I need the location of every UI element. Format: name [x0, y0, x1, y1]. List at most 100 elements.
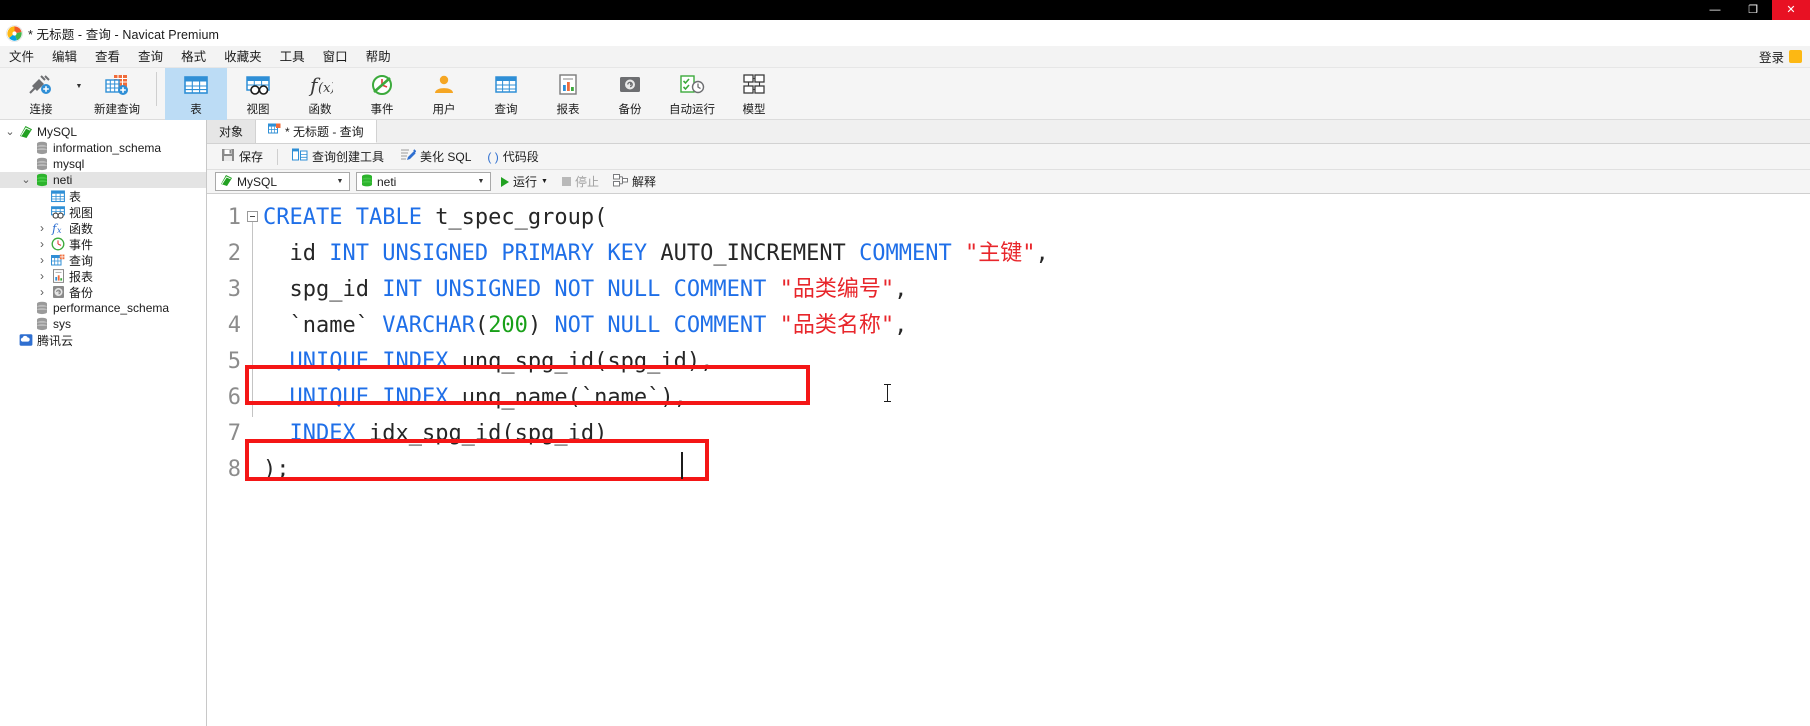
menu-view[interactable]: 查看: [86, 46, 129, 68]
toolbar-button-user[interactable]: 用户: [413, 68, 475, 120]
tree-item-视图[interactable]: 视图: [0, 204, 206, 220]
code-token: INT UNSIGNED NOT NULL COMMENT: [382, 277, 780, 302]
tree-item-函数[interactable]: › f x 函数: [0, 220, 206, 236]
tree-item-neti[interactable]: ⌄ neti: [0, 172, 206, 188]
chevron-down-icon[interactable]: ▼: [474, 178, 488, 185]
sql-editor[interactable]: 1 2 3 4 5 6 7 8 CREATE TABLE t_spec_group( id I…: [207, 194, 1810, 726]
toolbar-label-function: 函数: [308, 104, 332, 116]
tree-item-performance_schema[interactable]: performance_schema: [0, 300, 206, 316]
mysql-connection-icon: [220, 174, 233, 190]
code-snippet-button[interactable]: ( ) 代码段: [481, 146, 544, 168]
tab-strip: 对象 * 无标题 - 查询: [207, 120, 1810, 144]
tree-item-mysql[interactable]: mysql: [0, 156, 206, 172]
tree-item-表[interactable]: 表: [0, 188, 206, 204]
toolbar-button-new-query[interactable]: 新建查询: [86, 68, 148, 120]
tab-objects-label: 对象: [219, 125, 244, 139]
report-icon: [49, 269, 67, 283]
code-token: CREATE TABLE: [263, 205, 436, 230]
database-icon: [33, 301, 51, 315]
tree-item-腾讯云[interactable]: 腾讯云: [0, 332, 206, 348]
tree-item-查询[interactable]: › 查询: [0, 252, 206, 268]
tree-item-sys[interactable]: sys: [0, 316, 206, 332]
code-line[interactable]: UNIQUE INDEX unq_spg_id(spg_id),: [245, 344, 1810, 380]
explain-button[interactable]: 解释: [609, 173, 660, 190]
function-icon: f (x): [307, 72, 333, 98]
toolbar-button-table[interactable]: 表: [165, 68, 227, 120]
beautify-sql-button[interactable]: 美化 SQL: [394, 146, 477, 168]
toolbar-button-backup[interactable]: 备份: [599, 68, 661, 120]
menu-file[interactable]: 文件: [0, 46, 43, 68]
code-line[interactable]: CREATE TABLE t_spec_group(: [245, 200, 1810, 236]
database-icon: [361, 174, 373, 190]
close-button[interactable]: ✕: [1772, 0, 1810, 20]
cloud-connection-icon: [17, 333, 35, 347]
chevron-right-icon[interactable]: ›: [35, 285, 49, 299]
save-disk-icon: [221, 148, 235, 165]
code-token: );: [263, 457, 290, 482]
navigation-sidebar[interactable]: ⌄ MySQL information_schema mysql ⌄ neti 表视图 › f x…: [0, 120, 207, 726]
chevron-right-icon[interactable]: ›: [35, 237, 49, 251]
chevron-right-icon[interactable]: ›: [35, 221, 49, 235]
run-button[interactable]: 运行 ▼: [497, 173, 552, 190]
chevron-right-icon[interactable]: ›: [35, 253, 49, 267]
menu-format[interactable]: 格式: [172, 46, 215, 68]
tree-item-MySQL[interactable]: ⌄ MySQL: [0, 124, 206, 140]
chevron-down-icon[interactable]: ▼: [541, 178, 548, 185]
toolbar-button-report[interactable]: 报表: [537, 68, 599, 120]
code-token: NOT NULL COMMENT: [554, 313, 780, 338]
chevron-down-icon[interactable]: ⌄: [3, 127, 17, 138]
toolbar-label-backup: 备份: [618, 104, 642, 116]
login-link[interactable]: 登录: [1759, 47, 1784, 66]
tab-objects[interactable]: 对象: [207, 120, 257, 143]
maximize-button[interactable]: ❐: [1734, 0, 1772, 20]
toolbar-label-new-query: 新建查询: [94, 104, 140, 116]
chevron-right-icon[interactable]: ›: [35, 269, 49, 283]
toolbar-button-view[interactable]: 视图: [227, 68, 289, 120]
code-token: VARCHAR: [382, 313, 475, 338]
tree-item-label: 备份: [69, 285, 94, 300]
code-area[interactable]: CREATE TABLE t_spec_group( id INT UNSIGN…: [245, 194, 1810, 726]
code-line[interactable]: );: [245, 452, 1810, 488]
toolbar-button-query[interactable]: 查询: [475, 68, 537, 120]
menu-window[interactable]: 窗口: [314, 46, 357, 68]
database-select[interactable]: neti ▼: [356, 172, 491, 191]
line-number: 7: [227, 421, 241, 446]
code-line[interactable]: INDEX idx_spg_id(spg_id): [245, 416, 1810, 452]
code-token: ,: [894, 277, 908, 302]
toolbar-button-function[interactable]: f (x) 函数: [289, 68, 351, 120]
avatar[interactable]: [1789, 50, 1802, 63]
menu-query[interactable]: 查询: [129, 46, 172, 68]
save-button[interactable]: 保存: [215, 146, 269, 168]
toolbar-label-table: 表: [190, 104, 202, 116]
code-line[interactable]: spg_id INT UNSIGNED NOT NULL COMMENT "品类…: [245, 272, 1810, 308]
menu-tools[interactable]: 工具: [271, 46, 314, 68]
query-builder-button[interactable]: 查询创建工具: [286, 146, 390, 168]
chevron-down-icon[interactable]: ▼: [72, 68, 86, 120]
tab-query-untitled[interactable]: * 无标题 - 查询: [256, 120, 377, 143]
tree-item-事件[interactable]: › 事件: [0, 236, 206, 252]
window-controls: — ❐ ✕: [1696, 0, 1810, 20]
menu-edit[interactable]: 编辑: [43, 46, 86, 68]
connection-icon: [28, 72, 54, 98]
tree-item-备份[interactable]: › 备份: [0, 284, 206, 300]
menu-help[interactable]: 帮助: [357, 46, 400, 68]
toolbar-button-connection[interactable]: 连接: [10, 68, 72, 120]
connection-select[interactable]: MySQL ▼: [215, 172, 350, 191]
menubar: 文件 编辑 查看 查询 格式 收藏夹 工具 窗口 帮助 登录: [0, 46, 1810, 68]
toolbar-button-automation[interactable]: 自动运行: [661, 68, 723, 120]
toolbar-button-model[interactable]: 模型: [723, 68, 785, 120]
menu-favorites[interactable]: 收藏夹: [215, 46, 271, 68]
minimize-button[interactable]: —: [1696, 0, 1734, 20]
code-line[interactable]: UNIQUE INDEX unq_name(`name`),: [245, 380, 1810, 416]
code-line[interactable]: `name` VARCHAR(200) NOT NULL COMMENT "品类…: [245, 308, 1810, 344]
toolbar-button-event[interactable]: 事件: [351, 68, 413, 120]
tree-item-information_schema[interactable]: information_schema: [0, 140, 206, 156]
chevron-down-icon[interactable]: ⌄: [19, 175, 33, 186]
line-number: 5: [227, 349, 241, 374]
connection-tree: ⌄ MySQL information_schema mysql ⌄ neti 表视图 › f x…: [0, 124, 206, 348]
toolbar-label-query: 查询: [494, 104, 518, 116]
tree-item-报表[interactable]: › 报表: [0, 268, 206, 284]
code-line[interactable]: id INT UNSIGNED PRIMARY KEY AUTO_INCREME…: [245, 236, 1810, 272]
chevron-down-icon[interactable]: ▼: [333, 178, 347, 185]
stop-button[interactable]: 停止: [558, 173, 603, 190]
